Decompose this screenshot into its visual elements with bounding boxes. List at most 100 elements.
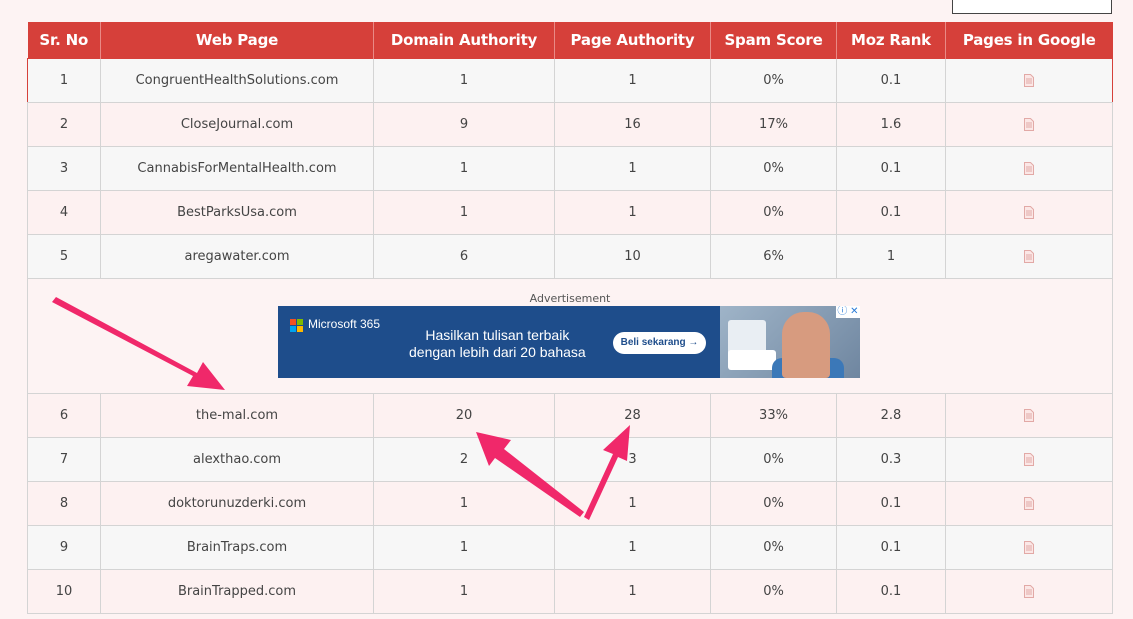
- ad-row: Advertisement Microsoft 365 Hasilkan tulis…: [27, 277, 1113, 394]
- cell-pages-in-google: [945, 480, 1113, 526]
- cell-pages-in-google: [945, 392, 1113, 438]
- cell-page-authority: 10: [554, 233, 711, 279]
- document-icon[interactable]: [1024, 249, 1034, 263]
- table-row: 6 the-mal.com 20 28 33% 2.8: [27, 392, 1113, 438]
- ad-close-icon[interactable]: ⓘ ✕: [836, 305, 860, 318]
- cell-sr-no: 3: [27, 145, 101, 191]
- table-header-row: Sr. No Web Page Domain Authority Page Au…: [27, 22, 1113, 58]
- cell-domain-authority: 20: [373, 392, 555, 438]
- header-spam-score[interactable]: Spam Score: [710, 22, 837, 58]
- cell-pages-in-google: [945, 57, 1113, 103]
- cell-moz-rank: 1.6: [836, 101, 946, 147]
- header-pages-in-google[interactable]: Pages in Google: [945, 22, 1113, 58]
- cell-pages-in-google: [945, 189, 1113, 235]
- cell-sr-no: 4: [27, 189, 101, 235]
- results-table-wrapper: Sr. No Web Page Domain Authority Page Au…: [27, 22, 1113, 614]
- cell-pages-in-google: [945, 145, 1113, 191]
- document-icon[interactable]: [1024, 161, 1034, 175]
- table-row: 1 CongruentHealthSolutions.com 1 1 0% 0.1: [27, 57, 1113, 103]
- document-icon[interactable]: [1024, 496, 1034, 510]
- cell-sr-no: 2: [27, 101, 101, 147]
- cell-sr-no: 9: [27, 524, 101, 570]
- cell-moz-rank: 1: [836, 233, 946, 279]
- cell-web-page: the-mal.com: [100, 392, 374, 438]
- ad-card-graphic-2: [728, 349, 776, 370]
- cell-moz-rank: 2.8: [836, 392, 946, 438]
- cell-moz-rank: 0.1: [836, 189, 946, 235]
- cell-moz-rank: 0.1: [836, 568, 946, 614]
- document-icon[interactable]: [1024, 540, 1034, 554]
- ad-headline: Hasilkan tulisan terbaik dengan lebih dar…: [409, 327, 586, 361]
- cell-spam-score: 6%: [710, 233, 837, 279]
- cell-page-authority: 16: [554, 101, 711, 147]
- cell-domain-authority: 1: [373, 568, 555, 614]
- ad-label: Advertisement: [529, 291, 611, 305]
- cell-web-page: CannabisForMentalHealth.com: [100, 145, 374, 191]
- cell-sr-no: 10: [27, 568, 101, 614]
- table-row: 3 CannabisForMentalHealth.com 1 1 0% 0.1: [27, 145, 1113, 191]
- cell-spam-score: 33%: [710, 392, 837, 438]
- cell-domain-authority: 2: [373, 436, 555, 482]
- ad-cta-button[interactable]: Beli sekarang →: [613, 331, 706, 354]
- cell-web-page: CongruentHealthSolutions.com: [100, 57, 374, 103]
- cell-web-page: BrainTraps.com: [100, 524, 374, 570]
- cell-moz-rank: 0.3: [836, 436, 946, 482]
- cell-domain-authority: 1: [373, 145, 555, 191]
- cell-spam-score: 0%: [710, 189, 837, 235]
- cell-pages-in-google: [945, 101, 1113, 147]
- cell-moz-rank: 0.1: [836, 57, 946, 103]
- cell-pages-in-google: [945, 233, 1113, 279]
- cell-page-authority: 28: [554, 392, 711, 438]
- ad-line-1: Hasilkan tulisan terbaik: [425, 326, 570, 343]
- cell-web-page: BestParksUsa.com: [100, 189, 374, 235]
- cell-pages-in-google: [945, 436, 1113, 482]
- cell-spam-score: 0%: [710, 145, 837, 191]
- table-row: 4 BestParksUsa.com 1 1 0% 0.1: [27, 189, 1113, 235]
- cell-spam-score: 0%: [710, 57, 837, 103]
- cell-domain-authority: 9: [373, 101, 555, 147]
- cell-moz-rank: 0.1: [836, 145, 946, 191]
- cell-domain-authority: 1: [373, 524, 555, 570]
- cell-page-authority: 1: [554, 568, 711, 614]
- cell-spam-score: 17%: [710, 101, 837, 147]
- cell-sr-no: 5: [27, 233, 101, 279]
- header-moz-rank[interactable]: Moz Rank: [836, 22, 946, 58]
- cell-domain-authority: 1: [373, 57, 555, 103]
- cell-pages-in-google: [945, 568, 1113, 614]
- cell-page-authority: 1: [554, 57, 711, 103]
- cell-spam-score: 0%: [710, 524, 837, 570]
- document-icon[interactable]: [1024, 205, 1034, 219]
- table-row: 2 CloseJournal.com 9 16 17% 1.6: [27, 101, 1113, 147]
- cell-page-authority: 1: [554, 524, 711, 570]
- table-row: 9 BrainTraps.com 1 1 0% 0.1: [27, 524, 1113, 570]
- cell-page-authority: 1: [554, 189, 711, 235]
- header-domain-authority[interactable]: Domain Authority: [373, 22, 555, 58]
- header-sr-no[interactable]: Sr. No: [27, 22, 101, 58]
- ad-banner[interactable]: Microsoft 365 Hasilkan tulisan terbaik den…: [278, 305, 860, 378]
- cell-spam-score: 0%: [710, 436, 837, 482]
- cell-domain-authority: 1: [373, 189, 555, 235]
- search-box[interactable]: [952, 0, 1112, 14]
- cell-web-page: doktorunuzderki.com: [100, 480, 374, 526]
- cell-sr-no: 7: [27, 436, 101, 482]
- ad-line-2: dengan lebih dari 20 bahasa: [409, 343, 586, 360]
- cell-web-page: BrainTrapped.com: [100, 568, 374, 614]
- cell-domain-authority: 6: [373, 233, 555, 279]
- cell-web-page: CloseJournal.com: [100, 101, 374, 147]
- header-web-page[interactable]: Web Page: [100, 22, 374, 58]
- cell-moz-rank: 0.1: [836, 480, 946, 526]
- cell-sr-no: 8: [27, 480, 101, 526]
- table-row: 10 BrainTrapped.com 1 1 0% 0.1: [27, 568, 1113, 614]
- table-row: 5 aregawater.com 6 10 6% 1: [27, 233, 1113, 279]
- document-icon[interactable]: [1024, 117, 1034, 131]
- cell-web-page: aregawater.com: [100, 233, 374, 279]
- cell-page-authority: 3: [554, 436, 711, 482]
- document-icon[interactable]: [1024, 408, 1034, 422]
- document-icon[interactable]: [1024, 452, 1034, 466]
- table-row: 7 alexthao.com 2 3 0% 0.3: [27, 436, 1113, 482]
- header-page-authority[interactable]: Page Authority: [554, 22, 711, 58]
- cell-web-page: alexthao.com: [100, 436, 374, 482]
- document-icon[interactable]: [1024, 73, 1034, 87]
- cell-sr-no: 1: [27, 57, 101, 103]
- document-icon[interactable]: [1024, 584, 1034, 598]
